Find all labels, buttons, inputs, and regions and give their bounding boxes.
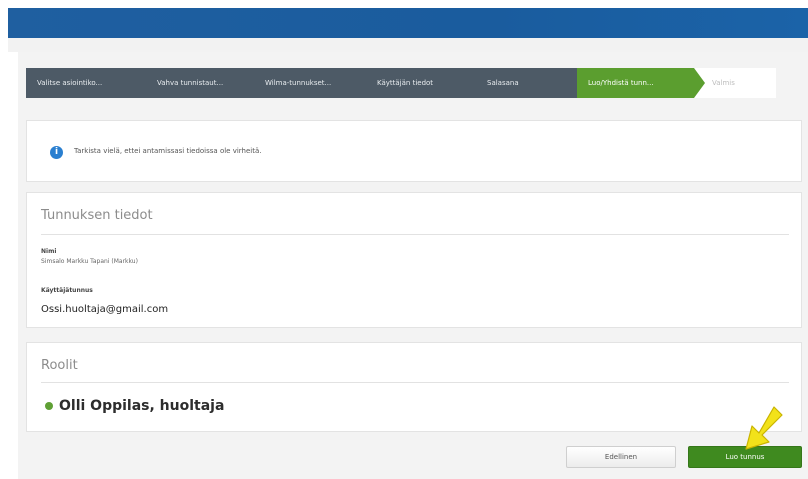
divider	[41, 234, 789, 235]
account-details-card: Tunnuksen tiedot Nimi Simsalo Markku Tap…	[26, 192, 802, 328]
name-label: Nimi	[41, 248, 57, 255]
step-luo-yhdista-tunnus[interactable]: Luo/Yhdistä tunn...	[577, 68, 705, 98]
step-valitse-asiointikohde[interactable]: Valitse asiointiko...	[26, 68, 146, 98]
info-icon: i	[50, 146, 63, 159]
role-item: Olli Oppilas, huoltaja	[45, 398, 224, 414]
info-message-card: i Tarkista vielä, ettei antamissasi tied…	[26, 120, 802, 182]
step-valmis: Valmis	[694, 68, 776, 98]
step-vahva-tunnistautuminen[interactable]: Vahva tunnistaut...	[146, 68, 254, 98]
divider	[41, 382, 789, 383]
top-header-bar	[8, 8, 808, 38]
step-salasana[interactable]: Salasana	[476, 68, 577, 98]
wizard-steps: Valitse asiointiko... Vahva tunnistaut..…	[26, 68, 776, 98]
roles-card: Roolit Olli Oppilas, huoltaja	[26, 342, 802, 432]
arrow-pointer-icon	[745, 406, 783, 450]
account-details-title: Tunnuksen tiedot	[41, 208, 153, 223]
previous-button[interactable]: Edellinen	[566, 446, 676, 468]
name-value: Simsalo Markku Tapani (Markku)	[41, 258, 138, 265]
roles-title: Roolit	[41, 358, 78, 373]
step-wilma-tunnukset[interactable]: Wilma-tunnukset...	[254, 68, 366, 98]
info-message-text: Tarkista vielä, ettei antamissasi tiedoi…	[74, 147, 262, 155]
status-dot-icon	[45, 402, 53, 410]
step-kayttajan-tiedot[interactable]: Käyttäjän tiedot	[366, 68, 476, 98]
role-label: Olli Oppilas, huoltaja	[59, 398, 225, 414]
header-shadow	[8, 38, 808, 52]
username-label: Käyttäjätunnus	[41, 287, 93, 294]
username-value: Ossi.huoltaja@gmail.com	[41, 304, 169, 315]
